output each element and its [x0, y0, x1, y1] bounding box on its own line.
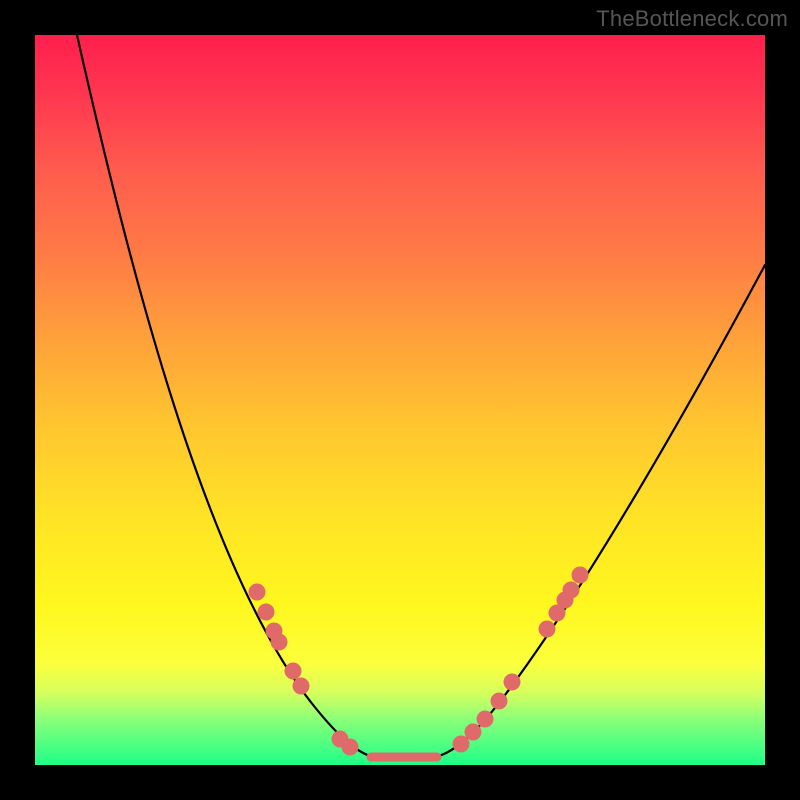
- data-dot: [258, 604, 275, 621]
- chart-stage: TheBottleneck.com: [0, 0, 800, 800]
- data-dot: [504, 674, 521, 691]
- data-dot: [453, 736, 470, 753]
- data-dot: [271, 634, 288, 651]
- data-dot: [285, 663, 302, 680]
- data-dot: [477, 711, 494, 728]
- data-dot: [465, 724, 482, 741]
- dots-left: [249, 584, 359, 756]
- data-dot: [491, 693, 508, 710]
- data-dot: [293, 678, 310, 695]
- plot-area: [35, 35, 765, 765]
- data-dot: [249, 584, 266, 601]
- data-dot: [342, 739, 359, 756]
- data-dot: [539, 621, 556, 638]
- watermark-text: TheBottleneck.com: [596, 6, 788, 32]
- dots-right: [453, 567, 589, 753]
- left-curve: [77, 35, 373, 757]
- data-dot: [572, 567, 589, 584]
- chart-svg: [35, 35, 765, 765]
- right-curve: [435, 265, 765, 757]
- data-dot: [563, 582, 580, 599]
